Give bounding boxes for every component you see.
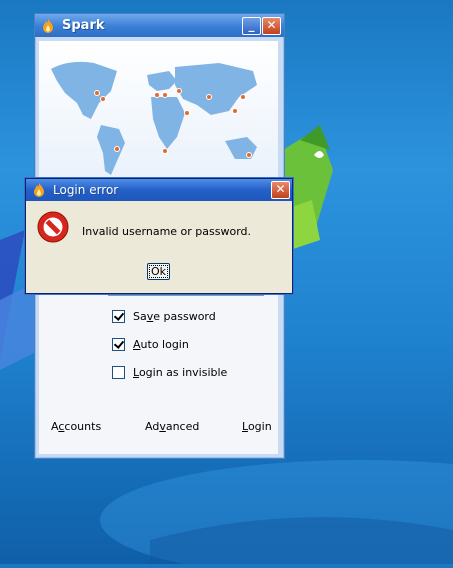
accounts-link[interactable]: Accounts — [51, 420, 101, 433]
spark-window-title: Spark — [62, 18, 105, 33]
auto-login-checkbox[interactable]: Auto login — [112, 338, 189, 351]
dialog-close-button[interactable]: ✕ — [271, 181, 290, 199]
world-map-graphic — [51, 61, 257, 175]
spark-flame-icon — [34, 183, 44, 197]
login-error-dialog: Login error ✕ Invalid username or passwo… — [25, 178, 293, 294]
checkbox-box[interactable] — [112, 338, 125, 351]
error-dialog-title: Login error — [53, 183, 119, 197]
save-password-label: Save password — [133, 310, 216, 323]
error-stop-icon — [37, 211, 69, 243]
close-button[interactable]: ✕ — [262, 17, 281, 35]
login-invisible-checkbox[interactable]: Login as invisible — [112, 366, 227, 379]
error-message: Invalid username or password. — [82, 225, 252, 238]
checkbox-box[interactable] — [112, 310, 125, 323]
minimize-button[interactable]: _ — [242, 17, 261, 35]
checkbox-box[interactable] — [112, 366, 125, 379]
spark-flame-icon — [43, 18, 53, 33]
spark-titlebar[interactable]: Spark _ ✕ — [35, 14, 284, 37]
error-dialog-titlebar[interactable]: Login error ✕ — [26, 179, 292, 201]
ok-button[interactable]: Ok — [147, 263, 170, 280]
world-map-banner — [39, 41, 278, 186]
save-password-checkbox[interactable]: Save password — [112, 310, 216, 323]
login-invisible-label: Login as invisible — [133, 366, 228, 379]
auto-login-label: Auto login — [133, 338, 189, 351]
login-link[interactable]: Login — [242, 420, 272, 433]
advanced-link[interactable]: Advanced — [145, 420, 199, 433]
